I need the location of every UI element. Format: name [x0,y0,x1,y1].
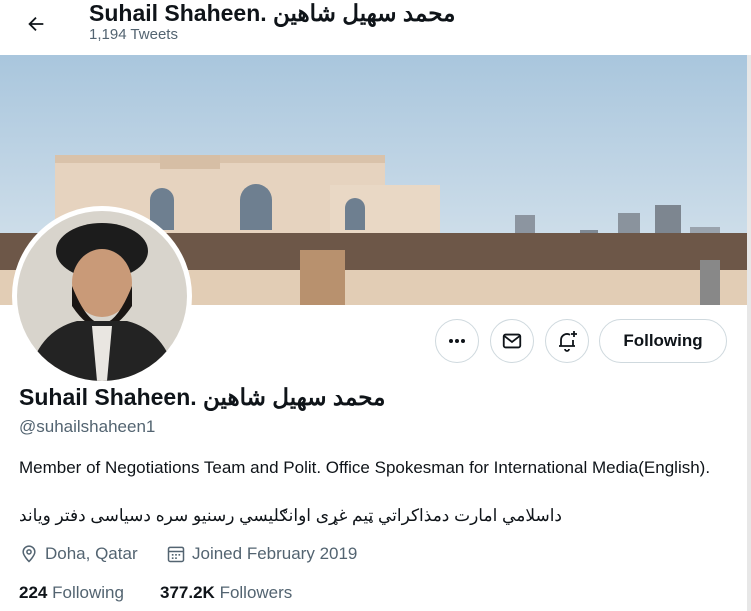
envelope-icon [502,333,522,349]
back-button[interactable] [18,6,54,42]
arrow-left-icon [28,16,44,32]
profile-joined: Joined February 2019 [166,544,357,564]
header-display-name: Suhail Shaheen. محمد سهیل شاهین [89,0,456,26]
followers-count: 377.2K [160,583,215,602]
avatar-photo [17,211,187,381]
profile-handle: @suhailshaheen1 [19,417,156,436]
location-pin-icon [22,545,36,563]
message-button[interactable] [490,319,534,363]
header-tweet-count: 1,194 Tweets [89,26,178,43]
following-label: Following [52,583,124,602]
more-button[interactable] [435,319,479,363]
calendar-icon [167,546,185,563]
followers-stat[interactable]: 377.2K Followers [160,583,292,603]
profile-bio-pashto: داسلامي امارت دمذاکراتي ټيم غړی اوانګليس… [19,506,562,525]
more-horizontal-icon [449,339,465,343]
profile-header: Suhail Shaheen. محمد سهیل شاهین 1,194 Tw… [0,0,751,55]
bell-plus-icon [559,331,577,352]
profile-location: Doha, Qatar [19,544,138,564]
following-button[interactable]: Following [599,319,727,363]
profile-display-name: Suhail Shaheen. محمد سهیل شاهین [19,384,386,410]
profile-bio: Member of Negotiations Team and Polit. O… [19,458,711,477]
location-text: Doha, Qatar [45,544,138,563]
avatar[interactable] [12,206,192,386]
notifications-button[interactable] [545,319,589,363]
scrollbar-track[interactable] [747,55,751,611]
followers-label: Followers [219,583,293,602]
following-stat[interactable]: 224 Following [19,583,124,603]
joined-text: Joined February 2019 [192,544,358,563]
following-count: 224 [19,583,48,602]
